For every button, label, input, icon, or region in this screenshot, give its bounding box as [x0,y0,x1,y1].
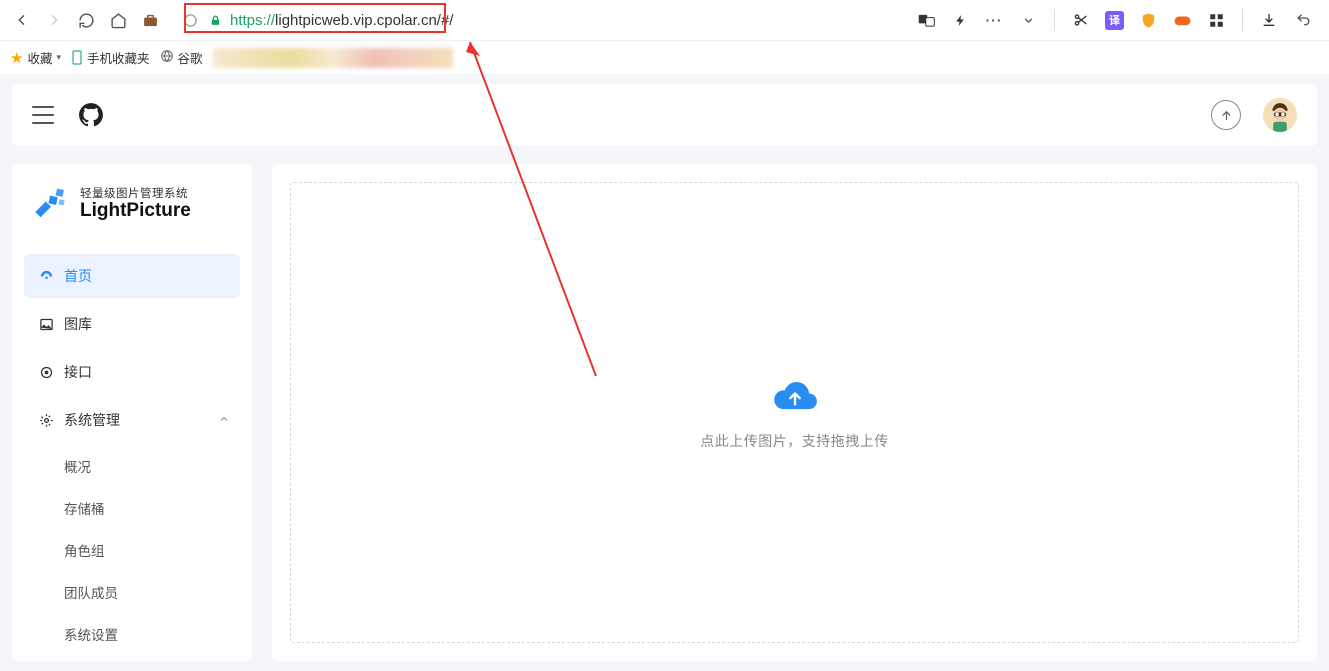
home-button[interactable] [104,6,132,34]
sidebar-sub-team[interactable]: 团队成员 [24,572,240,612]
shield-icon[interactable] [1138,10,1158,30]
github-icon[interactable] [78,102,104,128]
separator [1054,9,1055,31]
scissors-icon[interactable] [1071,10,1091,30]
app-header-right [1211,98,1297,132]
menu-toggle-button[interactable] [32,106,54,124]
image-icon [38,316,54,332]
logo-subtitle: 轻量级图片管理系统 [80,188,191,201]
translate-badge-icon[interactable]: 译 [1105,11,1124,30]
apps-grid-icon[interactable] [1206,10,1226,30]
app-area: 轻量级图片管理系统 LightPicture 首页 图库 [0,84,1329,671]
sub-label: 存储桶 [64,498,105,518]
upload-button[interactable] [1211,100,1241,130]
app-header [12,84,1317,146]
bookmarks-bar: ★ 收藏 ▾ 手机收藏夹 谷歌 [0,40,1329,74]
url-host-path: lightpicweb.vip.cpolar.cn/#/ [275,12,453,29]
app-header-left [32,102,104,128]
dropdown-icon: ▾ [56,52,61,63]
content-row: 轻量级图片管理系统 LightPicture 首页 图库 [12,164,1317,661]
phone-icon [71,50,83,65]
sidebar-sub-overview[interactable]: 概况 [24,446,240,486]
sub-label: 系统设置 [64,624,118,644]
blurred-bookmarks [213,48,453,68]
nav-label: 接口 [64,362,92,382]
sub-label: 团队成员 [64,582,118,602]
logo: 轻量级图片管理系统 LightPicture [30,184,234,226]
dashboard-icon [38,268,54,284]
api-icon [38,364,54,380]
url-scheme: https:// [230,12,275,29]
sidebar-item-system[interactable]: 系统管理 [24,398,240,442]
gamepad-icon[interactable] [1172,10,1192,30]
url-text: https://lightpicweb.vip.cpolar.cn/#/ [230,12,453,29]
cloud-upload-icon [770,375,820,415]
reload-button[interactable] [72,6,100,34]
back-button[interactable] [8,6,36,34]
sidebar-sub-role[interactable]: 角色组 [24,530,240,570]
undo-icon[interactable] [1293,10,1313,30]
separator [1242,9,1243,31]
sidebar-sub-bucket[interactable]: 存储桶 [24,488,240,528]
sidebar: 轻量级图片管理系统 LightPicture 首页 图库 [12,164,252,661]
lock-icon [206,11,224,29]
avatar[interactable] [1263,98,1297,132]
favorites-menu[interactable]: ★ 收藏 ▾ [10,48,61,67]
chevron-up-icon [218,412,230,428]
sub-label: 角色组 [64,540,105,560]
briefcase-icon[interactable] [136,6,164,34]
download-icon[interactable] [1259,10,1279,30]
sub-label: 概况 [64,456,91,476]
nav-label: 图库 [64,314,92,334]
favorites-label: 收藏 [27,48,52,67]
dropzone-text: 点此上传图片，支持拖拽上传 [700,431,889,451]
flash-icon[interactable] [950,10,970,30]
gear-icon [38,412,54,428]
toolbar-right: ··· 译 [908,9,1321,31]
mobile-fav-label: 手机收藏夹 [87,48,150,67]
nav-label: 首页 [64,266,92,286]
more-icon[interactable]: ··· [984,10,1004,30]
logo-title: LightPicture [80,201,191,222]
address-bar[interactable]: https://lightpicweb.vip.cpolar.cn/#/ [180,5,892,35]
nav-label: 系统管理 [64,410,120,430]
sidebar-item-api[interactable]: 接口 [24,350,240,394]
bookmark-google[interactable]: 谷歌 [160,48,203,67]
globe-icon [160,49,174,66]
mobile-favorites[interactable]: 手机收藏夹 [71,48,150,67]
sidebar-item-home[interactable]: 首页 [24,254,240,298]
google-label: 谷歌 [178,48,203,67]
site-info-icon[interactable] [180,10,200,30]
sidebar-item-gallery[interactable]: 图库 [24,302,240,346]
forward-button[interactable] [40,6,68,34]
browser-toolbar: https://lightpicweb.vip.cpolar.cn/#/ ···… [0,0,1329,40]
sidebar-sub-settings[interactable]: 系统设置 [24,614,240,654]
logo-mark-icon [30,184,72,226]
chevron-down-icon[interactable] [1018,10,1038,30]
translate-icon[interactable] [916,10,936,30]
main-panel: 点此上传图片，支持拖拽上传 [272,164,1317,661]
upload-dropzone[interactable]: 点此上传图片，支持拖拽上传 [290,182,1299,643]
star-icon: ★ [10,49,23,67]
